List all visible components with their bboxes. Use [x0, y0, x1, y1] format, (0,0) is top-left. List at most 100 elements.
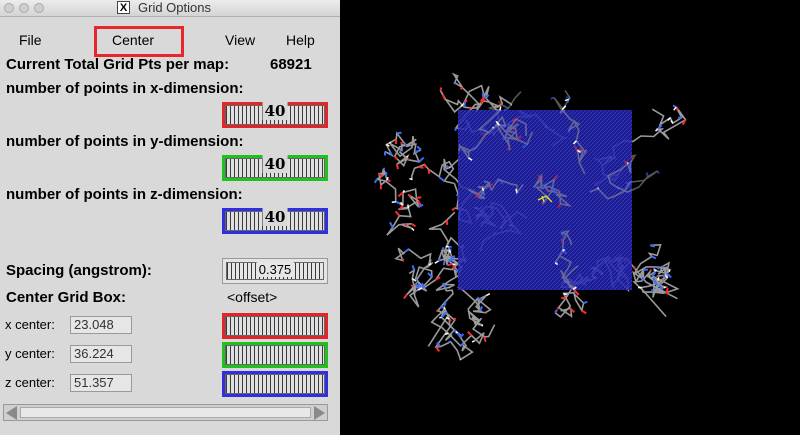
total-grid-points-value: 68921 — [270, 56, 312, 73]
atom-bond — [448, 318, 452, 322]
atom-bond — [446, 263, 453, 267]
atom-bond — [404, 248, 410, 253]
window-title: Grid Options — [138, 0, 211, 15]
atom-bond — [441, 246, 445, 251]
hydrogen-bond — [439, 316, 442, 319]
atom-bond — [661, 265, 665, 269]
molecule-viewer[interactable] — [340, 0, 800, 435]
y-center-field[interactable]: 36.224 — [70, 345, 132, 363]
hydrogen-bond — [409, 177, 413, 181]
hydrogen-bond — [406, 155, 409, 158]
x-points-value: 40 — [262, 102, 288, 120]
y-center-dial[interactable] — [222, 342, 328, 368]
x-points-label: number of points in x-dimension: — [6, 80, 244, 97]
center-menu-highlight — [94, 26, 184, 57]
atom-bond — [452, 264, 456, 270]
atom-bond — [441, 93, 446, 100]
atom-bond — [482, 193, 486, 199]
hydrogen-bond — [663, 286, 666, 289]
atom-bond — [662, 274, 666, 278]
spacing-dial[interactable]: 0.375 — [222, 258, 328, 284]
atom-bond — [395, 200, 401, 205]
atom-bond — [657, 266, 660, 270]
atom-bond — [477, 297, 483, 301]
atom-bond — [479, 305, 483, 312]
z-points-dial[interactable]: 40 — [222, 208, 328, 234]
grid-options-window: X Grid Options File Center View Help Cur… — [0, 0, 340, 435]
atom-bond — [407, 158, 410, 161]
hydrogen-bond — [515, 188, 518, 193]
atom-bond — [410, 284, 414, 288]
hydrogen-bond — [434, 260, 439, 264]
atom-bond — [451, 207, 456, 212]
atom-bond — [656, 170, 660, 175]
atom-bond — [415, 278, 419, 281]
atom-bond — [581, 309, 587, 315]
viewer-canvas — [373, 72, 687, 361]
atom-bond — [612, 195, 616, 199]
hydrogen-bond — [492, 126, 495, 129]
hydrogen-bond — [657, 277, 660, 281]
atom-bond — [503, 107, 509, 112]
atom-bond — [411, 265, 416, 271]
menu-help[interactable]: Help — [286, 32, 315, 48]
atom-bond — [438, 176, 445, 182]
y-points-value: 40 — [262, 155, 288, 173]
menu-view[interactable]: View — [225, 32, 255, 48]
window-minimize-icon[interactable] — [19, 3, 29, 13]
x-center-field[interactable]: 23.048 — [70, 316, 132, 334]
atom-bond — [641, 276, 644, 282]
y-points-label: number of points in y-dimension: — [6, 133, 244, 150]
x-points-dial[interactable]: 40 — [222, 102, 328, 128]
atom-bond — [396, 131, 402, 135]
atom-bond — [483, 336, 487, 343]
atom-bond — [445, 164, 450, 169]
atom-bond — [467, 330, 473, 337]
hydrogen-bond — [455, 331, 459, 334]
z-center-dial[interactable] — [222, 371, 328, 397]
hydrogen-bond — [391, 200, 396, 204]
hydrogen-bond — [667, 117, 671, 121]
atom-bond — [556, 306, 560, 310]
horizontal-scrollbar[interactable] — [3, 404, 328, 421]
hydrogen-bond — [499, 106, 502, 111]
atom-bond — [416, 196, 422, 199]
hydrogen-bond — [428, 263, 432, 266]
atom-bond — [443, 301, 447, 306]
title-bar: X Grid Options — [0, 0, 340, 17]
window-zoom-icon[interactable] — [34, 3, 44, 13]
atom-bond — [389, 221, 394, 228]
atom-bond — [427, 169, 431, 174]
hydrogen-bond — [443, 307, 446, 310]
scroll-right-arrow-icon[interactable] — [314, 406, 325, 420]
hydrogen-bond — [653, 269, 657, 272]
scroll-thumb[interactable] — [20, 407, 311, 418]
atom-bond — [451, 258, 456, 262]
atom-bond — [460, 86, 463, 90]
z-points-value: 40 — [262, 208, 288, 226]
atom-bond — [399, 149, 403, 153]
atom-bond — [418, 156, 425, 163]
atom-bond — [551, 189, 556, 193]
x-center-dial[interactable] — [222, 313, 328, 339]
hydrogen-bond — [444, 332, 449, 336]
atom-bond — [554, 309, 558, 314]
y-points-dial[interactable]: 40 — [222, 155, 328, 181]
z-center-field[interactable]: 51.357 — [70, 374, 132, 392]
hydrogen-bond — [471, 340, 475, 343]
atom-bond — [404, 142, 408, 147]
atom-bond — [469, 106, 472, 110]
z-center-label: z center: — [5, 375, 55, 390]
hydrogen-bond — [485, 293, 491, 297]
window-close-icon[interactable] — [4, 3, 14, 13]
total-grid-points-label: Current Total Grid Pts per map: — [6, 56, 230, 73]
spacing-value: 0.375 — [256, 262, 294, 277]
atom-bond — [567, 129, 571, 133]
menu-file[interactable]: File — [19, 32, 42, 48]
atom-bond — [482, 134, 486, 138]
atom-bond — [502, 124, 507, 129]
hydrogen-bond — [673, 106, 677, 111]
atom-bond — [401, 258, 405, 261]
atom-bond — [563, 280, 566, 283]
scroll-left-arrow-icon[interactable] — [6, 406, 17, 420]
